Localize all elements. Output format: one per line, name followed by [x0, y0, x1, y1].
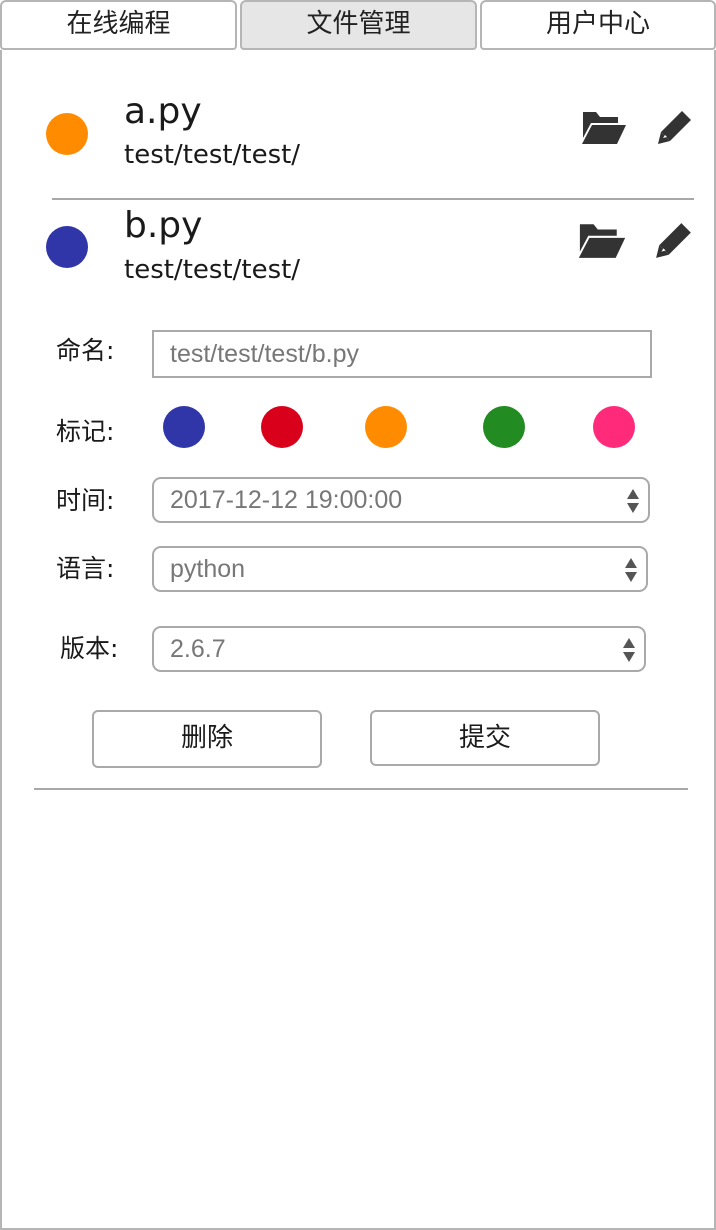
time-value: 2017-12-12 19:00:00	[170, 486, 403, 514]
submit-button[interactable]: 提交	[370, 710, 600, 766]
file-path: test/test/test/	[124, 255, 301, 285]
folder-open-icon[interactable]	[580, 108, 628, 150]
tab-file-management[interactable]: 文件管理	[240, 0, 477, 50]
color-marker	[46, 226, 88, 268]
language-value: python	[170, 555, 246, 583]
divider	[34, 788, 688, 790]
tab-online-coding[interactable]: 在线编程	[0, 0, 237, 50]
version-label: 版本:	[60, 634, 119, 663]
color-marker	[46, 113, 88, 155]
file-name: a.py	[124, 91, 202, 132]
file-management-panel: a.py test/test/test/ b.py test/test/test…	[0, 50, 716, 1230]
version-select[interactable]: 2.6.7	[152, 626, 646, 672]
tab-bar: 在线编程 文件管理 用户中心	[0, 0, 716, 50]
color-swatch-green[interactable]	[483, 406, 525, 448]
name-input[interactable]: test/test/test/b.py	[152, 330, 652, 378]
color-swatch-red[interactable]	[261, 406, 303, 448]
language-label: 语言:	[56, 554, 115, 583]
updown-arrows-icon	[623, 638, 635, 662]
pencil-icon[interactable]	[654, 220, 694, 264]
color-swatch-pink[interactable]	[593, 406, 635, 448]
color-swatch-orange[interactable]	[365, 406, 407, 448]
color-swatch-blue[interactable]	[163, 406, 205, 448]
version-value: 2.6.7	[170, 635, 226, 663]
updown-arrows-icon	[627, 489, 639, 513]
file-path: test/test/test/	[124, 140, 301, 170]
file-item[interactable]: b.py test/test/test/	[2, 206, 716, 306]
file-item[interactable]: a.py test/test/test/	[2, 90, 716, 190]
mark-label: 标记:	[56, 417, 115, 446]
tab-user-center[interactable]: 用户中心	[480, 0, 716, 50]
time-select[interactable]: 2017-12-12 19:00:00	[152, 477, 650, 523]
updown-arrows-icon	[625, 558, 637, 582]
name-label: 命名:	[56, 336, 115, 365]
divider	[52, 198, 694, 200]
folder-open-icon[interactable]	[576, 220, 628, 264]
delete-button[interactable]: 删除	[92, 710, 322, 768]
pencil-icon[interactable]	[656, 108, 694, 150]
language-select[interactable]: python	[152, 546, 648, 592]
file-name: b.py	[124, 205, 203, 246]
time-label: 时间:	[56, 486, 115, 515]
